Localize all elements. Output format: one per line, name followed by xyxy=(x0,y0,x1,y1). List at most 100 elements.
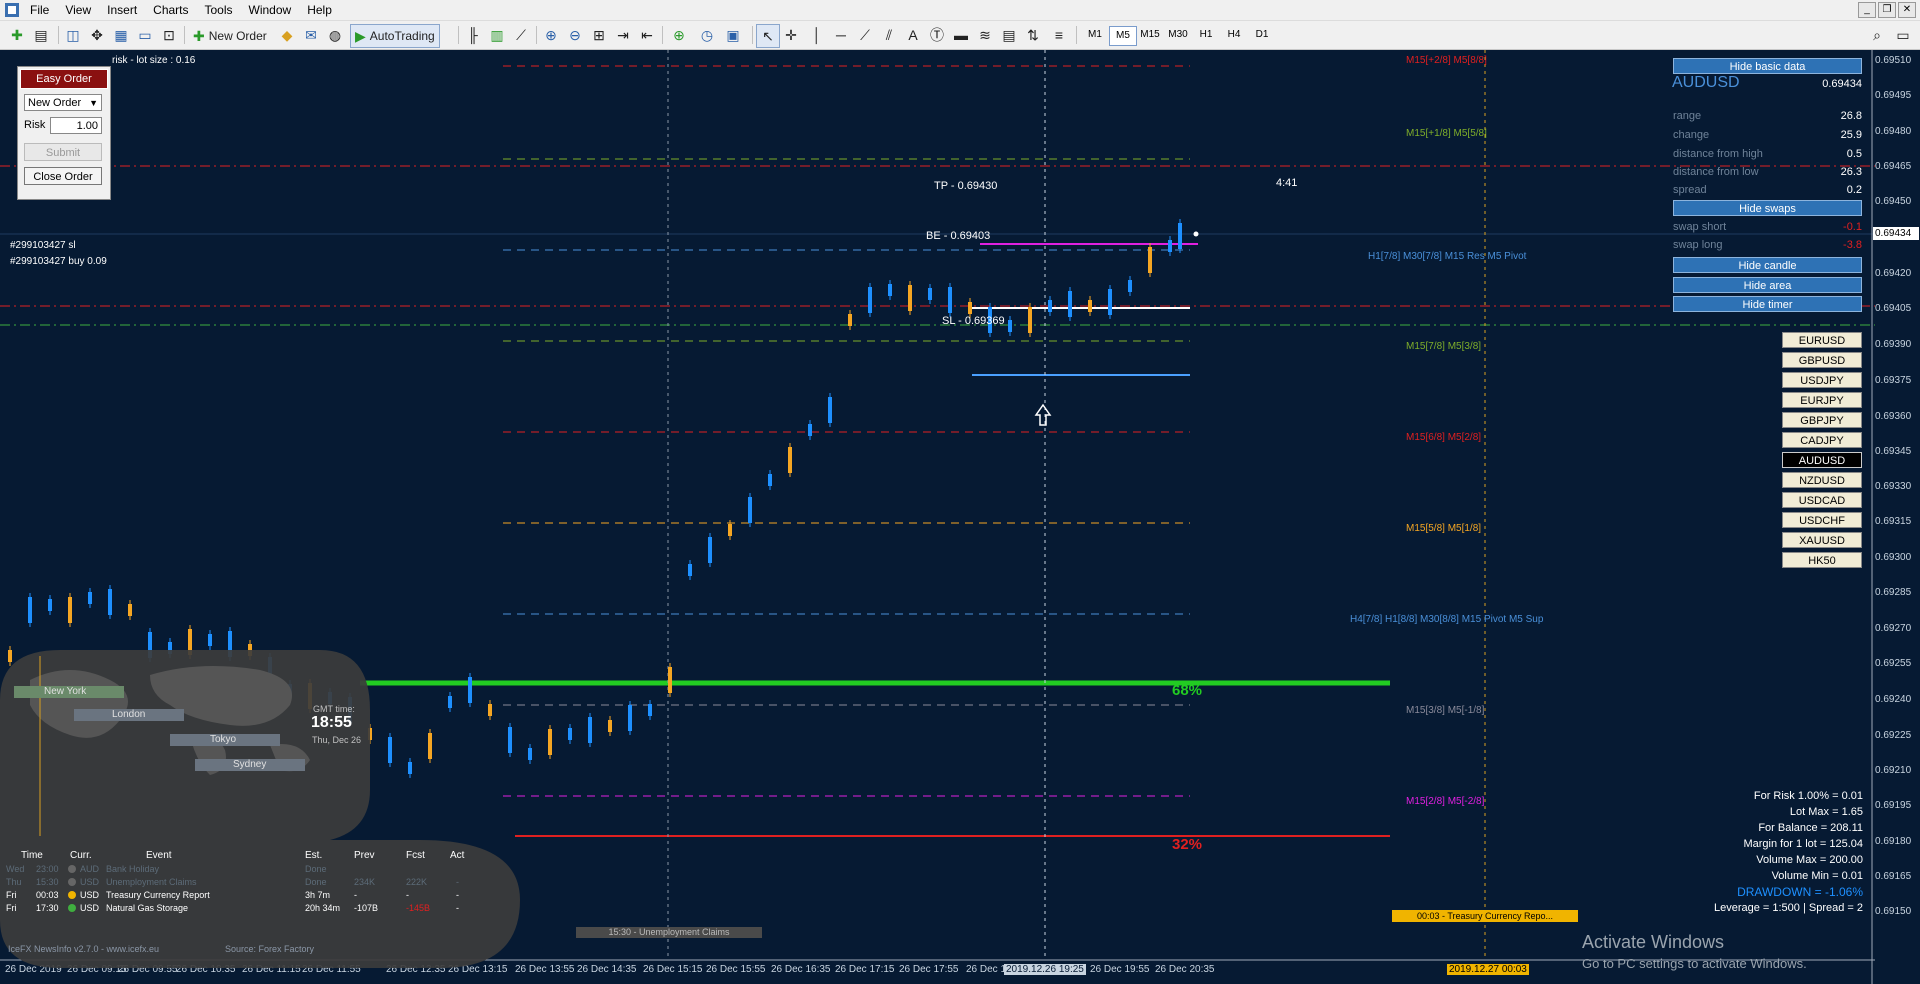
timeframe-h1[interactable]: H1 xyxy=(1193,26,1219,44)
navigator-icon[interactable]: ✥ xyxy=(86,24,108,46)
arrows-icon[interactable]: ⇅ xyxy=(1022,24,1044,46)
new-order-button[interactable]: ✚ New Order xyxy=(188,24,272,48)
drawdown-value: DRAWDOWN = -1.06% xyxy=(1737,885,1863,899)
time-axis-label: 26 Dec 17:55 xyxy=(899,964,959,975)
news-prev: -107B xyxy=(354,903,379,913)
time-axis-label: 2019.12.27 00:03 xyxy=(1447,964,1529,975)
hide-basic-data-button[interactable]: Hide basic data xyxy=(1673,58,1862,74)
timeframe-m15[interactable]: M15 xyxy=(1137,26,1163,44)
chat-icon[interactable]: ▭ xyxy=(1892,24,1914,46)
crosshair-icon[interactable]: ✛ xyxy=(780,24,802,46)
price-axis-label: 0.69405 xyxy=(1875,303,1912,314)
autotrading-button[interactable]: ▶ AutoTrading xyxy=(350,24,440,48)
symbol-eurusd-button[interactable]: EURUSD xyxy=(1782,332,1862,348)
timeframe-d1[interactable]: D1 xyxy=(1249,26,1275,44)
candle-body xyxy=(668,667,672,693)
menu-help[interactable]: Help xyxy=(299,3,340,17)
level-label-m15-78: M15[7/8] M5[3/8] xyxy=(1406,341,1482,352)
price-axis-label: 0.69300 xyxy=(1875,552,1912,563)
candle-body xyxy=(1128,280,1132,292)
minimize-icon[interactable]: _ xyxy=(1858,2,1876,18)
easy-order-title: Easy Order xyxy=(20,69,108,89)
hide-swaps-button[interactable]: Hide swaps xyxy=(1673,200,1862,216)
symbol-usdjpy-button[interactable]: USDJPY xyxy=(1782,372,1862,388)
hide-candle-button[interactable]: Hide candle xyxy=(1673,257,1862,273)
text-icon[interactable]: A xyxy=(902,24,924,46)
time-axis-label: 26 Dec 15:15 xyxy=(643,964,703,975)
chevron-down-icon: ▼ xyxy=(89,98,98,108)
submit-button[interactable]: Submit xyxy=(24,143,102,161)
news-currency: USD xyxy=(80,877,100,887)
autoscroll-icon[interactable]: ⇤ xyxy=(636,24,658,46)
candle-chart-icon[interactable]: ▥ xyxy=(486,24,508,46)
search-icon[interactable]: ⌕ xyxy=(1866,24,1888,46)
channel-icon[interactable]: ⫽ xyxy=(878,24,900,46)
order-type-select[interactable]: New Order ▼ xyxy=(24,94,102,111)
restore-icon[interactable]: ❐ xyxy=(1878,2,1896,18)
symbol-nzdusd-button[interactable]: NZDUSD xyxy=(1782,472,1862,488)
risk-info-line: For Risk 1.00% = 0.01 xyxy=(1753,790,1863,802)
horizontal-line-icon[interactable]: ─ xyxy=(830,24,852,46)
more-tools-icon[interactable]: ≡ xyxy=(1048,24,1070,46)
timeframe-m5[interactable]: M5 xyxy=(1109,26,1137,46)
close-icon[interactable]: ✕ xyxy=(1898,2,1916,18)
new-chart-icon[interactable]: ✚ xyxy=(6,24,28,46)
symbol-xauusd-button[interactable]: XAUUSD xyxy=(1782,532,1862,548)
cursor-tool-icon[interactable]: ↖ xyxy=(756,24,780,48)
fibo-icon[interactable]: ≋ xyxy=(974,24,996,46)
timeframe-h4[interactable]: H4 xyxy=(1221,26,1247,44)
symbol-eurjpy-button[interactable]: EURJPY xyxy=(1782,392,1862,408)
symbol-gbpjpy-button[interactable]: GBPJPY xyxy=(1782,412,1862,428)
templates-icon[interactable]: ▣ xyxy=(722,24,744,46)
chart-shift-icon[interactable]: ⇥ xyxy=(612,24,634,46)
close-order-button[interactable]: Close Order xyxy=(24,167,102,185)
market-icon[interactable]: ◍ xyxy=(324,24,346,46)
metaeditor-icon[interactable]: ◆ xyxy=(276,24,298,46)
menu-file[interactable]: File xyxy=(22,3,57,17)
symbol-hk50-button[interactable]: HK50 xyxy=(1782,552,1862,568)
be-label: BE - 0.69403 xyxy=(926,230,991,242)
hide-timer-button[interactable]: Hide timer xyxy=(1673,296,1862,312)
timeframe-m30[interactable]: M30 xyxy=(1165,26,1191,44)
timeframe-m1[interactable]: M1 xyxy=(1082,26,1108,44)
zoom-out-icon[interactable]: ⊖ xyxy=(564,24,586,46)
candle-body xyxy=(548,729,552,755)
symbol-gbpusd-button[interactable]: GBPUSD xyxy=(1782,352,1862,368)
market-watch-icon[interactable]: ◫ xyxy=(62,24,84,46)
time-axis-label: 26 Dec 14:35 xyxy=(577,964,637,975)
candle-body xyxy=(648,704,652,716)
menu-charts[interactable]: Charts xyxy=(145,3,196,17)
candle-body xyxy=(948,287,952,313)
candle-body xyxy=(748,497,752,523)
gann-icon[interactable]: ▤ xyxy=(998,24,1020,46)
indicators-icon[interactable]: ⊕ xyxy=(668,24,690,46)
text-label-icon[interactable]: Ⓣ xyxy=(926,24,948,46)
tile-windows-icon[interactable]: ⊞ xyxy=(588,24,610,46)
vertical-line-icon[interactable]: │ xyxy=(806,24,828,46)
menu-insert[interactable]: Insert xyxy=(99,3,145,17)
bar-chart-icon[interactable]: ╟ xyxy=(462,24,484,46)
periods-icon[interactable]: ◷ xyxy=(696,24,718,46)
candle-body xyxy=(108,589,112,615)
menu-tools[interactable]: Tools xyxy=(197,3,241,17)
zoom-in-icon[interactable]: ⊕ xyxy=(540,24,562,46)
trendline-icon[interactable]: ⟋ xyxy=(854,24,876,46)
level-label-m15-38: M15[3/8] M5[-1/8] xyxy=(1406,705,1485,716)
symbol-usdchf-button[interactable]: USDCHF xyxy=(1782,512,1862,528)
data-window-icon[interactable]: ▦ xyxy=(110,24,132,46)
time-axis-label: 26 Dec 13:55 xyxy=(515,964,575,975)
price-chart[interactable]: Easy Order New Order ▼ Risk 1.00 Submit C… xyxy=(0,50,1920,984)
symbol-cadjpy-button[interactable]: CADJPY xyxy=(1782,432,1862,448)
rectangle-icon[interactable]: ▬ xyxy=(950,24,972,46)
hide-area-button[interactable]: Hide area xyxy=(1673,277,1862,293)
symbol-audusd-button[interactable]: AUDUSD xyxy=(1782,452,1862,468)
signals-icon[interactable]: ✉ xyxy=(300,24,322,46)
strategy-tester-icon[interactable]: ⊡ xyxy=(158,24,180,46)
symbol-usdcad-button[interactable]: USDCAD xyxy=(1782,492,1862,508)
profiles-icon[interactable]: ▤ xyxy=(30,24,52,46)
terminal-icon[interactable]: ▭ xyxy=(134,24,156,46)
risk-input[interactable]: 1.00 xyxy=(50,117,102,134)
menu-view[interactable]: View xyxy=(57,3,99,17)
line-chart-icon[interactable]: ⟋ xyxy=(510,24,532,46)
menu-window[interactable]: Window xyxy=(241,3,300,17)
